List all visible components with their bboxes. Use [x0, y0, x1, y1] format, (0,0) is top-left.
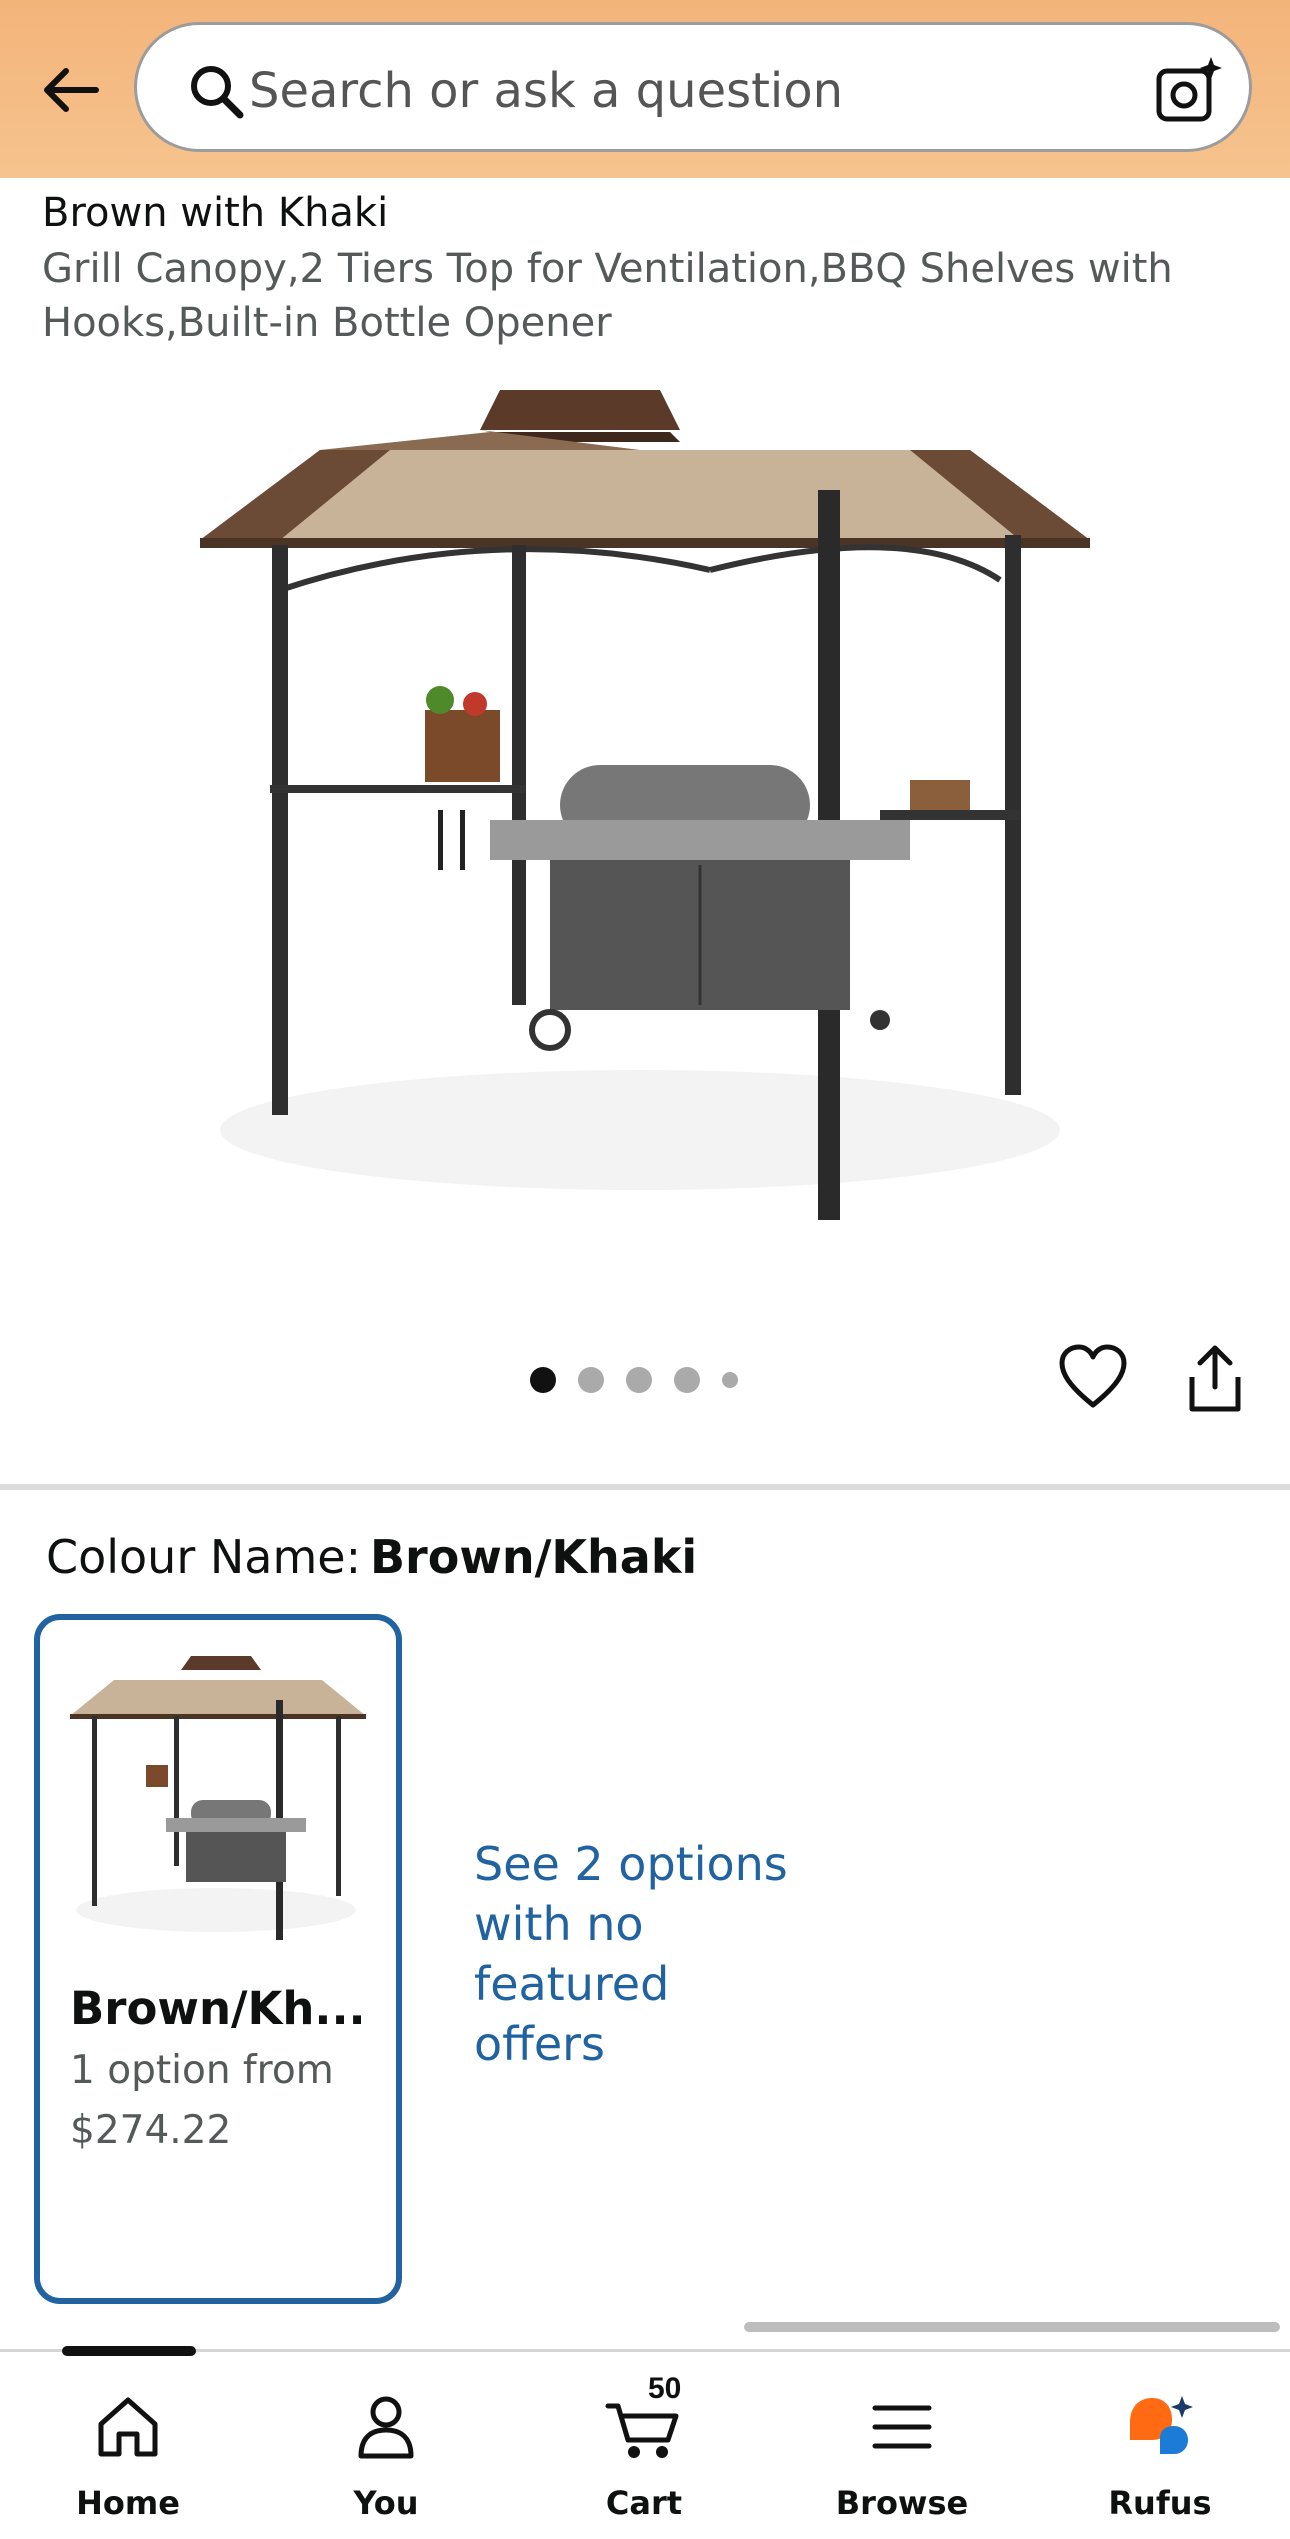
- nav-home[interactable]: Home: [38, 2372, 218, 2522]
- cart-count-badge: 50: [648, 2372, 682, 2405]
- search-icon: [191, 66, 244, 119]
- back-arrow-icon: [44, 68, 99, 112]
- swatch-thumbnail: [70, 1656, 366, 1940]
- horizontal-scrollbar[interactable]: [744, 2322, 1280, 2332]
- nav-home-label: Home: [76, 2484, 180, 2522]
- pager-dot[interactable]: [578, 1367, 604, 1393]
- product-title: Brown with Khaki: [42, 190, 389, 236]
- menu-icon: [872, 2405, 932, 2449]
- nav-you[interactable]: You: [296, 2372, 476, 2522]
- pager-dot[interactable]: [530, 1367, 556, 1393]
- pager-dot[interactable]: [722, 1372, 738, 1388]
- heart-icon[interactable]: [1058, 1343, 1128, 1413]
- nav-browse[interactable]: Browse: [812, 2372, 992, 2522]
- nav-rufus[interactable]: Rufus: [1070, 2372, 1250, 2522]
- see-more-options-link[interactable]: See 2 options with no featured offers: [474, 1834, 814, 2074]
- nav-rufus-label: Rufus: [1108, 2484, 1212, 2522]
- search-bar[interactable]: Search or ask a question: [134, 22, 1252, 152]
- share-icon[interactable]: [1180, 1343, 1250, 1415]
- product-subtitle: Grill Canopy,2 Tiers Top for Ventilation…: [42, 246, 1173, 346]
- top-header: Search or ask a question: [0, 0, 1290, 178]
- swatch-option-count: 1 option from: [70, 2048, 334, 2093]
- section-divider: [0, 1484, 1290, 1490]
- search-input[interactable]: Search or ask a question: [249, 63, 843, 119]
- pager-dot[interactable]: [626, 1367, 652, 1393]
- nav-cart-label: Cart: [605, 2484, 683, 2522]
- colour-label: Colour Name:: [46, 1530, 362, 1584]
- colour-swatch-selected[interactable]: Brown/Kh... 1 option from $274.22: [34, 1614, 402, 2304]
- nav-browse-label: Browse: [835, 2484, 969, 2522]
- nav-cart[interactable]: 50 Cart: [554, 2372, 734, 2522]
- product-image[interactable]: [190, 370, 1100, 1250]
- active-tab-indicator: [62, 2346, 196, 2356]
- swatch-name: Brown/Kh...: [70, 1982, 366, 2035]
- camera-search-icon[interactable]: [1153, 55, 1223, 125]
- colour-value: Brown/Khaki: [370, 1530, 698, 1584]
- pager-dot[interactable]: [674, 1367, 700, 1393]
- nav-you-label: You: [353, 2484, 419, 2522]
- swatch-price: $274.22: [70, 2108, 232, 2153]
- rufus-icon: [1130, 2396, 1193, 2454]
- back-button[interactable]: [30, 50, 110, 130]
- home-icon: [98, 2397, 158, 2457]
- image-pager[interactable]: [530, 1367, 738, 1393]
- person-icon: [358, 2396, 414, 2459]
- bottom-nav: Home You 50 Cart Browse Rufus: [0, 2346, 1290, 2539]
